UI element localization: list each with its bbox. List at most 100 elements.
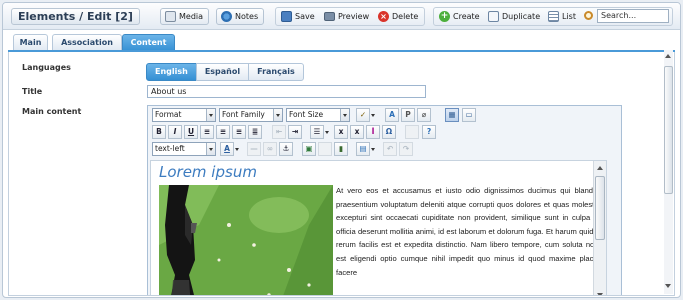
align-left-icon[interactable]: ≡ (200, 125, 214, 139)
search-input[interactable]: Search... (597, 9, 669, 23)
app-window: Elements / Edit [2] Media Notes Save Pre… (2, 2, 681, 298)
notes-button[interactable]: Notes (216, 8, 265, 25)
font-size-select[interactable]: Font Size (286, 108, 350, 122)
style-select-value: text-left (155, 144, 185, 153)
underline-icon[interactable]: U (184, 125, 198, 139)
help-icon[interactable]: ? (422, 125, 436, 139)
language-english[interactable]: English (146, 63, 197, 81)
content-panel: Languages English Español Français Title… (8, 52, 675, 296)
language-francais[interactable]: Français (248, 63, 304, 81)
language-espanol[interactable]: Español (195, 63, 250, 81)
save-icon (281, 11, 292, 22)
table-dropdown-icon[interactable] (370, 142, 376, 156)
editor-scroll-thumb[interactable] (595, 176, 605, 240)
image-icon[interactable]: ▣ (302, 142, 316, 156)
duplicate-button[interactable]: Duplicate (488, 8, 540, 25)
notes-icon (221, 11, 232, 22)
bold-icon[interactable]: B (152, 125, 166, 139)
clear-format-icon[interactable]: ⌀ (417, 108, 431, 122)
format-select[interactable]: Format (152, 108, 216, 122)
file-icon[interactable]: ▮ (334, 142, 348, 156)
tab-association[interactable]: Association (52, 34, 122, 51)
chevron-down-icon (206, 143, 215, 155)
editor-content-area[interactable]: Lorem ipsum At vero eos et accusamus et … (150, 160, 607, 295)
font-family-value: Font Family (222, 110, 265, 119)
list-dropdown-icon[interactable] (324, 125, 330, 139)
editor-scrollbar[interactable] (593, 161, 606, 295)
create-icon: + (439, 11, 450, 22)
unlink-icon[interactable]: — (247, 142, 261, 156)
bullet-list-icon[interactable]: ☰ (310, 125, 324, 139)
top-toolbar: Elements / Edit [2] Media Notes Save Pre… (3, 3, 680, 30)
chevron-down-icon (340, 109, 349, 121)
panel-scroll-thumb[interactable] (664, 66, 673, 194)
delete-button[interactable]: × Delete (378, 8, 418, 25)
font-color-dropdown-icon[interactable] (234, 142, 240, 156)
tab-main[interactable]: Main (13, 34, 48, 51)
indent-icon[interactable]: ⇥ (288, 125, 302, 139)
search-icon (584, 11, 593, 20)
title-input[interactable]: About us (147, 85, 426, 98)
duplicate-icon (488, 11, 499, 22)
list-button[interactable]: List (548, 8, 576, 25)
font-family-select[interactable]: Font Family (219, 108, 283, 122)
outdent-icon[interactable]: ⇤ (272, 125, 286, 139)
preview-label: Preview (338, 12, 370, 21)
insert-placeholder-icon[interactable] (405, 125, 419, 139)
find-icon[interactable]: A (385, 108, 399, 122)
text-color-icon[interactable]: I (366, 125, 380, 139)
duplicate-label: Duplicate (502, 12, 541, 21)
tab-content[interactable]: Content (122, 34, 175, 51)
editor-toolbar-row-1: Format Font Family Font Size ✓ A P ⌀ ▦ ▭ (150, 107, 620, 123)
font-size-value: Font Size (289, 110, 324, 119)
save-label: Save (295, 12, 315, 21)
style-select[interactable]: text-left (152, 142, 216, 156)
photo-graphic (159, 185, 333, 295)
preview-button[interactable]: Preview (324, 8, 369, 25)
superscript-icon[interactable]: x (350, 125, 364, 139)
undo-icon[interactable]: ↶ (383, 142, 397, 156)
tab-bar: Main Association Content (8, 32, 675, 51)
save-button[interactable]: Save (281, 8, 315, 25)
align-center-icon[interactable]: ≡ (216, 125, 230, 139)
spellcheck-dropdown-icon[interactable] (370, 108, 376, 122)
panel-scrollbar[interactable] (664, 50, 673, 294)
media-button[interactable]: Media (160, 8, 210, 25)
table-icon[interactable]: ▤ (356, 142, 370, 156)
media-icon (165, 11, 176, 22)
scroll-down-icon[interactable] (597, 293, 603, 295)
anchor-icon[interactable]: ⚓ (279, 142, 293, 156)
list-icon (548, 11, 559, 22)
scroll-up-icon[interactable] (597, 166, 603, 170)
fullscreen-icon[interactable]: ▭ (462, 108, 476, 122)
list-label: List (562, 12, 576, 21)
font-color-icon[interactable]: A (220, 142, 234, 156)
editor-toolbar-row-2: B I U ≡ ≡ ≡ ≣ ⇤ ⇥ ☰ x x I Ω ? (150, 124, 620, 140)
spellcheck-icon[interactable]: ✓ (356, 108, 370, 122)
link-icon[interactable]: ∞ (263, 142, 277, 156)
notes-label: Notes (235, 12, 259, 21)
redo-icon[interactable]: ↷ (399, 142, 413, 156)
media-embed-icon[interactable] (318, 142, 332, 156)
scroll-down-icon[interactable] (665, 284, 671, 288)
language-switcher: English Español Français (146, 63, 304, 81)
paste-text-icon[interactable]: P (401, 108, 415, 122)
content-heading: Lorem ipsum (159, 163, 257, 181)
content-image[interactable] (159, 185, 333, 295)
scroll-up-icon[interactable] (665, 54, 671, 58)
italic-icon[interactable]: I (168, 125, 182, 139)
editor-toolbar-row-3: text-left A — ∞ ⚓ ▣ ▮ ▤ ↶ ↷ (150, 141, 620, 157)
delete-label: Delete (392, 12, 419, 21)
chevron-down-icon (273, 109, 282, 121)
align-justify-icon[interactable]: ≣ (248, 125, 262, 139)
align-right-icon[interactable]: ≡ (232, 125, 246, 139)
subscript-icon[interactable]: x (334, 125, 348, 139)
delete-icon: × (378, 11, 389, 22)
languages-label: Languages (22, 63, 71, 72)
rich-text-editor: Format Font Family Font Size ✓ A P ⌀ ▦ ▭… (147, 105, 622, 295)
create-button[interactable]: + Create (439, 8, 480, 25)
visual-aid-icon[interactable]: ▦ (445, 108, 459, 122)
special-char-icon[interactable]: Ω (382, 125, 396, 139)
media-label: Media (179, 12, 204, 21)
format-select-value: Format (155, 110, 182, 119)
